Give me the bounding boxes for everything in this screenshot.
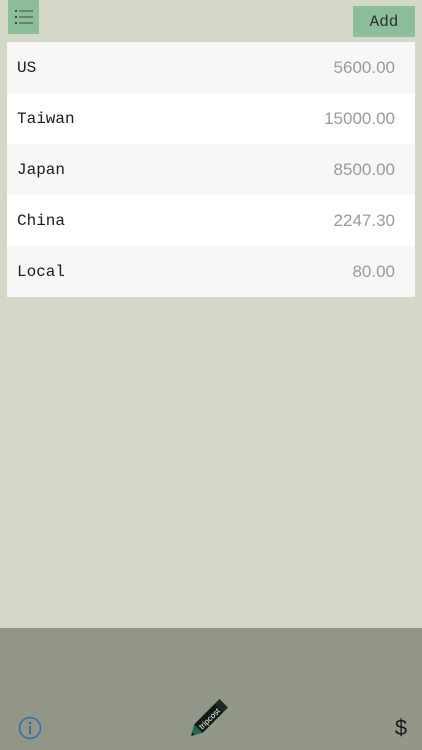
currency-amount: 2247.30 xyxy=(333,210,395,230)
info-icon xyxy=(18,716,42,740)
currency-amount: 80.00 xyxy=(352,261,395,281)
menu-button[interactable] xyxy=(8,0,39,34)
currency-name: US xyxy=(17,58,37,77)
list-item[interactable]: Japan 8500.00 xyxy=(7,144,415,195)
info-button[interactable] xyxy=(18,716,42,740)
pencil-icon: tripcost xyxy=(191,699,228,736)
currency-name: Local xyxy=(17,262,66,281)
list-item[interactable]: US 5600.00 xyxy=(7,42,415,93)
top-toolbar: Add xyxy=(0,0,422,40)
currency-name: Japan xyxy=(17,160,66,179)
list-item[interactable]: Local 80.00 xyxy=(7,246,415,297)
currency-amount: 15000.00 xyxy=(324,108,395,128)
list-icon xyxy=(14,10,33,24)
currency-name: Taiwan xyxy=(17,109,75,128)
currency-name: China xyxy=(17,211,66,230)
list-item[interactable]: China 2247.30 xyxy=(7,195,415,246)
currency-amount: 8500.00 xyxy=(333,159,395,179)
currency-list: US 5600.00 Taiwan 15000.00 Japan 8500.00… xyxy=(7,42,415,297)
tripcost-logo: tripcost xyxy=(186,690,236,742)
currency-amount: 5600.00 xyxy=(333,57,395,77)
add-button[interactable]: Add xyxy=(353,6,415,37)
list-item[interactable]: Taiwan 15000.00 xyxy=(7,93,415,144)
currency-button[interactable]: $ xyxy=(392,715,410,740)
